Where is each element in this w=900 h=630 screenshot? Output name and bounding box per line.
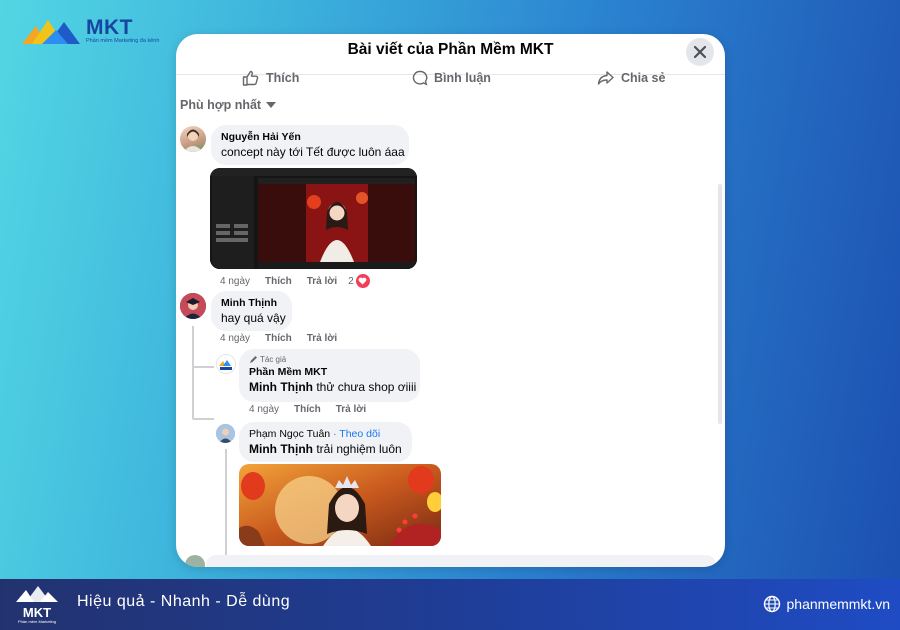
comment-meta: 4 ngày Thích Trả lời — [220, 333, 352, 344]
comment-time[interactable]: 4 ngày — [220, 276, 250, 287]
close-button[interactable] — [686, 38, 714, 66]
footer-logo: MKT Phần mềm Marketing — [14, 584, 60, 629]
comment-bubble: Minh Thịnh hay quá vậy — [211, 291, 292, 331]
comment-action-button[interactable]: Bình luận — [412, 70, 491, 86]
like-action-button[interactable]: Thích — [242, 70, 299, 86]
comment-meta: 4 ngày Thích Trả lời — [249, 404, 381, 415]
comment-bubble: Tác giả Phần Mềm MKT Minh Thịnh thử chưa… — [239, 349, 420, 402]
reaction-count[interactable]: 2 — [348, 274, 385, 288]
thumbs-up-icon — [242, 70, 259, 86]
post-actions-bar: Thích Bình luận Chia sẻ — [176, 70, 725, 94]
app-screenshot-image — [210, 168, 417, 269]
modal-header: Bài viết của Phần Mềm MKT — [176, 34, 725, 75]
avatar[interactable] — [180, 293, 206, 319]
share-arrow-icon — [597, 71, 614, 85]
commenter-name[interactable]: Phạm Ngọc Tuân — [249, 428, 330, 440]
follow-link[interactable]: · Theo dõi — [333, 428, 380, 440]
reaction-count-value: 2 — [348, 275, 354, 287]
like-comment-button[interactable]: Thích — [265, 333, 292, 344]
comment-meta: 4 ngày Thích Trả lời 2 — [220, 274, 385, 288]
mountain-logo-icon: MKT Phần mềm Marketing — [16, 586, 58, 624]
mkt-page-avatar-icon — [219, 360, 232, 370]
thread-connector — [192, 366, 214, 368]
comment-text: hay quá vậy — [221, 311, 286, 325]
avatar[interactable] — [216, 354, 236, 374]
author-badge: Tác giả — [249, 354, 410, 365]
commenter-name-row: Phạm Ngọc Tuân · Theo dõi — [249, 427, 402, 441]
heart-reaction-icon — [355, 274, 370, 288]
like-comment-button[interactable]: Thích — [294, 404, 321, 415]
comment-time[interactable]: 4 ngày — [249, 404, 279, 415]
thread-connector — [192, 418, 214, 420]
share-action-label: Chia sẻ — [621, 71, 666, 85]
footer-website-label: phanmemmkt.vn — [786, 596, 890, 612]
pencil-icon — [250, 356, 257, 363]
like-action-label: Thích — [266, 71, 300, 85]
mountain-logo-icon — [22, 20, 80, 44]
write-comment-input[interactable] — [206, 555, 716, 567]
reply-comment-button[interactable]: Trả lời — [307, 333, 337, 344]
avatar[interactable] — [180, 126, 206, 152]
avatar — [185, 555, 205, 567]
close-icon — [693, 45, 707, 59]
comment-image-attachment[interactable] — [210, 168, 417, 269]
scrollbar[interactable] — [718, 184, 722, 424]
modal-title: Bài viết của Phần Mềm MKT — [347, 41, 554, 58]
footer-logo-tagline: Phần mềm Marketing — [18, 619, 56, 624]
comment-text: Minh Thịnh trải nghiệm luôn — [249, 441, 402, 457]
comment-bubble: Nguyễn Hải Yến concept này tới Tết được … — [211, 125, 409, 165]
mention[interactable]: Minh Thịnh — [249, 442, 313, 456]
comment-time[interactable]: 4 ngày — [220, 333, 250, 344]
tet-portrait-photo — [239, 464, 441, 546]
comment-text-body: trải nghiệm luôn — [312, 442, 402, 456]
comment-bubble-icon — [412, 70, 428, 86]
globe-icon — [763, 595, 780, 613]
brand-logo: MKT Phần mềm Marketing đa kênh — [22, 16, 159, 46]
reply-comment-button[interactable]: Trả lời — [336, 404, 366, 415]
sort-label: Phù hợp nhất — [180, 98, 262, 112]
comment-text-body: thử chưa shop ơiiii — [312, 380, 417, 394]
comment-image-attachment[interactable] — [239, 464, 441, 546]
author-badge-label: Tác giả — [260, 355, 287, 364]
comment-text: Minh Thịnh thử chưa shop ơiiii — [249, 379, 416, 395]
footer-website[interactable]: phanmemmkt.vn — [763, 595, 890, 613]
like-comment-button[interactable]: Thích — [265, 276, 292, 287]
footer-slogan: Hiệu quả - Nhanh - Dễ dùng — [77, 593, 291, 610]
commenter-name[interactable]: Phần Mềm MKT — [249, 365, 410, 379]
person-avatar-icon — [183, 129, 203, 152]
comment-bubble: Phạm Ngọc Tuân · Theo dõi Minh Thịnh trả… — [239, 422, 412, 462]
sort-dropdown[interactable]: Phù hợp nhất — [180, 98, 277, 112]
share-action-button[interactable]: Chia sẻ — [597, 70, 665, 86]
post-modal: Bài viết của Phần Mềm MKT Thích Bình luậ… — [176, 34, 725, 567]
footer-banner: MKT Phần mềm Marketing Hiệu quả - Nhanh … — [0, 579, 900, 630]
commenter-name[interactable]: Nguyễn Hải Yến — [221, 130, 399, 144]
person-avatar-icon — [180, 293, 206, 319]
comment-action-label: Bình luận — [434, 71, 491, 85]
thread-line — [225, 449, 227, 555]
mention[interactable]: Minh Thịnh — [249, 380, 313, 394]
reply-comment-button[interactable]: Trả lời — [307, 276, 337, 287]
brand-name: MKT — [86, 15, 133, 39]
caret-down-icon — [266, 102, 277, 108]
commenter-name[interactable]: Minh Thịnh — [221, 296, 282, 310]
person-avatar-icon — [216, 424, 235, 443]
brand-tagline: Phần mềm Marketing đa kênh — [86, 37, 160, 44]
avatar[interactable] — [216, 424, 235, 443]
thread-line — [192, 326, 194, 418]
footer-logo-name: MKT — [23, 605, 51, 620]
comment-text: concept này tới Tết được luôn áaa — [221, 145, 405, 159]
